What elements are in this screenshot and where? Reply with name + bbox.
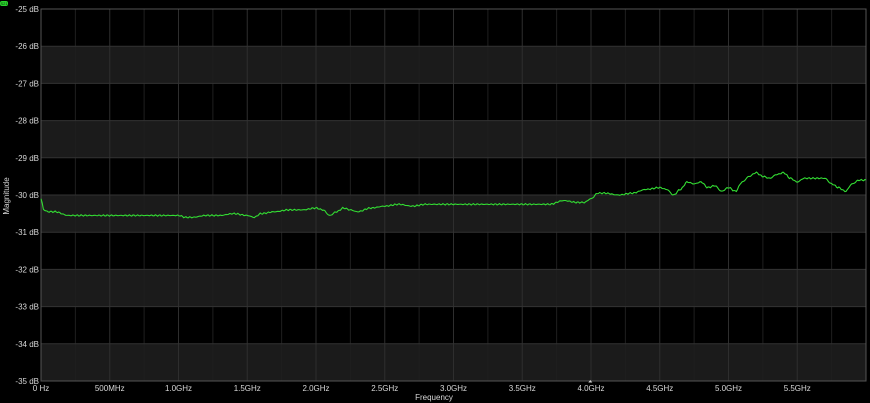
x-tick-label: 3.0GHz xyxy=(440,384,467,393)
y-tick-label: -31 dB xyxy=(15,228,39,237)
chart-canvas: -25 dB -26 dB -27 dB -28 dB -29 dB -30 dB -31 … xyxy=(2,5,867,402)
x-axis-ticks: 0 Hz 500MHz 1.0GHz 1.5GHz 2.0GHz 2.5GHz 3.0GHz… xyxy=(33,380,811,393)
x-tick-label: 2.5GHz xyxy=(371,384,398,393)
y-tick-label: -26 dB xyxy=(15,42,39,51)
x-tick-label: 500MHz xyxy=(95,384,125,393)
x-tick-label: 5.5GHz xyxy=(784,384,811,393)
x-tick-label: 4.5GHz xyxy=(646,384,673,393)
y-axis-ticks: -25 dB -26 dB -27 dB -28 dB -29 dB -30 dB -31 … xyxy=(15,5,39,386)
y-tick-label: -34 dB xyxy=(15,340,39,349)
y-tick-label: -27 dB xyxy=(15,79,39,88)
y-tick-label: -25 dB xyxy=(15,5,39,14)
y-tick-label: -28 dB xyxy=(15,117,39,126)
x-tick-label: 3.5GHz xyxy=(509,384,536,393)
y-tick-label: -30 dB xyxy=(15,191,39,200)
x-tick-label: 1.5GHz xyxy=(234,384,261,393)
y-tick-label: -29 dB xyxy=(15,154,39,163)
x-axis-title: Frequency xyxy=(415,393,453,402)
x-tick-label: 2.0GHz xyxy=(302,384,329,393)
x-tick-label: 4.0GHz xyxy=(577,384,604,393)
x-tick-label: 5.0GHz xyxy=(715,384,742,393)
y-tick-label: -33 dB xyxy=(15,303,39,312)
x-tick-label: 1.0GHz xyxy=(165,384,192,393)
y-tick-label: -32 dB xyxy=(15,265,39,274)
y-axis-title: Magnitude xyxy=(2,177,11,215)
x-tick-label: 0 Hz xyxy=(33,384,49,393)
